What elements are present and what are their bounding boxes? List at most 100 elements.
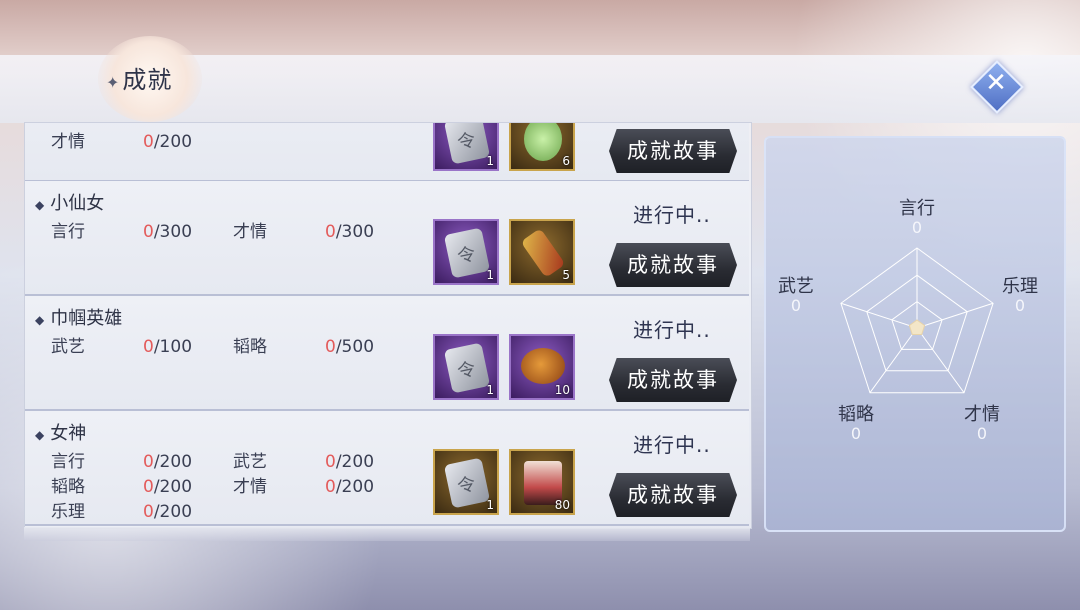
stat-label: 才情 (233, 222, 267, 242)
stat-label: 韬略 (51, 477, 85, 497)
list-frame (24, 527, 750, 541)
close-button[interactable]: ✕ (970, 60, 1024, 114)
stat-requirement: 才情 0/300 (233, 217, 374, 242)
stat-label: 韬略 (233, 337, 267, 357)
stat-current: 0 (143, 337, 154, 357)
achievement-name-text: 小仙女 (50, 193, 105, 214)
reward-count: 1 (486, 154, 494, 168)
token-plate-icon (443, 123, 491, 165)
reward-count: 1 (486, 268, 494, 282)
achievement-name-text: 女神 (50, 423, 87, 444)
achievement-name: ◆ 巾帼英雄 (35, 304, 122, 330)
achievement-row: ◆ 女神言行 0/200 武艺 0/200 韬略 0/200 才情 0/200 乐理 0/200 1 8… (25, 411, 749, 526)
achievement-row: ◆ 巾帼英雄武艺 0/100 韬略 0/500 1 10 进行中.. 成就故事 (25, 296, 749, 411)
stat-requirement: 乐理 0/200 (51, 497, 192, 522)
page-title: ✦成就 (106, 60, 172, 95)
stat-requirement: 韬略 0/200 (51, 472, 192, 497)
stat-requirement: 武艺 0/200 (233, 447, 374, 472)
reward-item[interactable]: 6 (509, 123, 575, 171)
reward-item[interactable]: 1 (433, 334, 499, 400)
achievement-story-button[interactable]: 成就故事 (609, 358, 737, 402)
radar-axis-value: 0 (1014, 296, 1026, 315)
stat-current: 0 (143, 452, 154, 472)
stat-label: 言行 (51, 452, 85, 472)
stat-label: 武艺 (233, 452, 267, 472)
achievement-name: ◆ 小仙女 (35, 189, 104, 215)
progress-status: 进行中.. (633, 433, 711, 457)
radar-axis-value: 0 (911, 218, 923, 237)
radar-axis-value: 0 (976, 424, 988, 443)
reward-item[interactable]: 1 (433, 123, 499, 171)
reward-item[interactable]: 5 (509, 219, 575, 285)
progress-status: 进行中.. (633, 318, 711, 342)
stat-target: /500 (335, 337, 375, 357)
page-title-text: 成就 (122, 66, 173, 94)
stat-label: 言行 (51, 222, 85, 242)
achievement-row: 才情 0/200 1 6 成就故事 (25, 123, 749, 182)
achievement-name-text: 巾帼英雄 (50, 308, 123, 329)
radar-axis-value: 0 (790, 296, 802, 315)
radar-axis-label: 武艺 (778, 276, 814, 297)
reward-count: 5 (562, 268, 570, 282)
jade-disc-icon (524, 123, 562, 161)
reward-count: 1 (486, 498, 494, 512)
achievement-story-button[interactable]: 成就故事 (609, 473, 737, 517)
diamond-bullet-icon: ◆ (35, 313, 45, 327)
roast-chicken-icon (521, 348, 565, 384)
progress-status: 进行中.. (633, 203, 711, 227)
stat-label: 乐理 (51, 502, 85, 522)
achievement-name: ◆ 女神 (35, 419, 86, 445)
diamond-bullet-icon: ◆ (35, 428, 45, 442)
token-plate-icon (443, 227, 491, 279)
stat-current: 0 (325, 477, 336, 497)
diamond-bullet-icon: ◆ (35, 198, 45, 212)
stat-target: /200 (335, 477, 375, 497)
reward-item[interactable]: 1 (433, 219, 499, 285)
sparkle-icon: ✦ (106, 73, 121, 92)
radar-axis-label: 乐理 (1002, 276, 1038, 297)
stat-current: 0 (325, 222, 336, 242)
stat-current: 0 (143, 222, 154, 242)
reward-count: 1 (486, 383, 494, 397)
reward-count: 10 (554, 383, 570, 397)
stat-target: /300 (153, 222, 193, 242)
achievement-row: ◆ 小仙女言行 0/300 才情 0/300 1 5 进行中.. 成就故事 (25, 181, 749, 296)
stat-label: 才情 (233, 477, 267, 497)
achievement-list[interactable]: 才情 0/200 1 6 成就故事 ◆ 小仙女言行 0/300 才情 0/300 1 5 进行中.. 成就… (24, 122, 752, 529)
reward-item[interactable]: 80 (509, 449, 575, 515)
stat-target: /300 (335, 222, 375, 242)
stat-target: /100 (153, 337, 193, 357)
stat-requirement: 言行 0/200 (51, 447, 192, 472)
stat-requirement: 才情 0/200 (51, 127, 192, 152)
reward-count: 80 (554, 498, 570, 512)
stat-requirement: 武艺 0/100 (51, 332, 192, 357)
stat-label: 武艺 (51, 337, 85, 357)
stat-target: /200 (153, 452, 193, 472)
stat-requirement: 言行 0/300 (51, 217, 192, 242)
token-plate-icon (443, 342, 491, 394)
stat-current: 0 (143, 502, 154, 522)
radar-axis-label: 韬略 (838, 404, 874, 425)
radar-axis-line (916, 327, 965, 394)
reward-item[interactable]: 10 (509, 334, 575, 400)
reward-item[interactable]: 1 (433, 449, 499, 515)
stat-target: /200 (153, 132, 193, 152)
radar-axis-line (916, 302, 994, 329)
radar-value-shape (908, 319, 926, 335)
stat-current: 0 (143, 477, 154, 497)
stat-current: 0 (325, 452, 336, 472)
stat-current: 0 (143, 132, 154, 152)
stat-current: 0 (325, 337, 336, 357)
stat-target: /200 (335, 452, 375, 472)
scroll-icon (520, 228, 566, 278)
radar-axis-label: 言行 (899, 198, 935, 219)
radar-axis-value: 0 (850, 424, 862, 443)
attribute-radar-panel: 言行 0 乐理 0 才情 0 韬略 0 武艺 0 (764, 136, 1066, 532)
stat-target: /200 (153, 502, 193, 522)
stat-label: 才情 (51, 132, 85, 152)
achievement-story-button[interactable]: 成就故事 (609, 129, 737, 173)
radar-axis-line (869, 327, 918, 394)
close-x-icon: ✕ (985, 68, 1007, 98)
radar-axis-label: 才情 (964, 404, 1000, 425)
achievement-story-button[interactable]: 成就故事 (609, 243, 737, 287)
